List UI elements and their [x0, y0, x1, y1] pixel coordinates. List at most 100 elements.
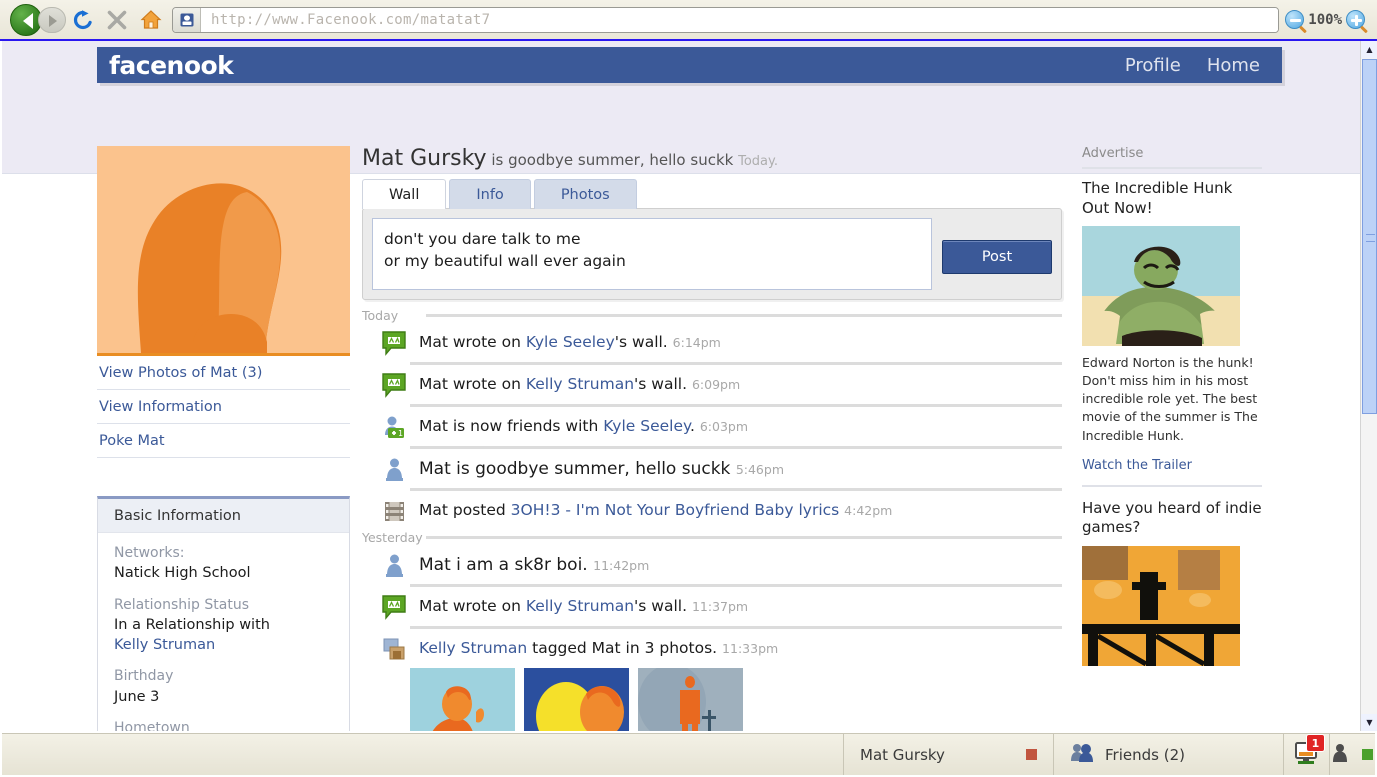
info-field-value: In a Relationship with [114, 616, 270, 633]
feed-post: 's wall. [614, 333, 668, 351]
partner-link[interactable]: Kelly Struman [114, 637, 215, 653]
composer-line-1: don't you dare talk to me [384, 230, 581, 248]
zoom-in-button[interactable] [1346, 10, 1368, 34]
feed-link[interactable]: Kelly Struman [526, 597, 634, 615]
url-text[interactable]: http://www.Facenook.com/matatat7 [201, 7, 1279, 32]
wall-post-icon [382, 595, 407, 620]
notification-badge: 1 [1306, 734, 1325, 752]
taskbar-notifications-button[interactable]: 1 [1283, 734, 1329, 775]
view-information-link[interactable]: View Information [97, 390, 350, 424]
info-field: Hometown Natick, MA [114, 718, 333, 731]
profile-tabs: Wall Info Photos [362, 179, 1062, 209]
film-strip-icon [382, 499, 407, 524]
wall-post-input[interactable]: don't you dare talk to me or my beautifu… [372, 218, 932, 290]
feed-item: Mat is goodbye summer, hello suckk 5:46p… [362, 449, 1062, 488]
profile-action-links: View Photos of Mat (3) View Information … [97, 353, 350, 458]
photo-thumbnail[interactable] [638, 668, 743, 731]
info-field-value: Natick High School [114, 565, 251, 582]
page-scrollbar[interactable]: ▲ ▼ [1360, 41, 1377, 731]
user-status-square-icon [1026, 749, 1037, 760]
feed-item-time: 6:03pm [699, 419, 749, 434]
person-icon [1332, 743, 1348, 767]
back-button[interactable] [8, 2, 66, 38]
info-field-label: Hometown [114, 720, 190, 731]
feed-item-time: 11:33pm [722, 641, 779, 656]
feed-link[interactable]: Kyle Seeley [603, 417, 690, 435]
feed-link[interactable]: Kelly Struman [419, 639, 527, 657]
photo-thumbnail[interactable] [410, 668, 515, 731]
profile-status-line: Mat Gursky is goodbye summer, hello suck… [362, 146, 1062, 179]
tab-photos[interactable]: Photos [533, 179, 637, 209]
scroll-down-button[interactable]: ▼ [1361, 714, 1377, 731]
profile-avatar[interactable] [97, 146, 350, 353]
tagged-photo-thumbnails [362, 662, 1062, 731]
ad-unit: Have you heard of indie games? [1082, 499, 1262, 686]
document-icon [180, 13, 193, 26]
tab-wall[interactable]: Wall [362, 179, 447, 209]
feed-item-time: 4:42pm [844, 503, 893, 518]
feed-pre: Mat wrote on [419, 375, 526, 393]
feed-day-divider: Today [362, 308, 1062, 323]
taskbar-user-chip[interactable]: Mat Gursky [843, 734, 1053, 775]
feed-day-divider: Yesterday [362, 530, 1062, 545]
scroll-up-button[interactable]: ▲ [1361, 41, 1377, 58]
advertise-header[interactable]: Advertise [1082, 146, 1262, 169]
feed-pre: Mat is goodbye summer, hello suckk [419, 459, 731, 479]
feed-post: 's wall. [634, 375, 688, 393]
feed-link[interactable]: Kelly Struman [526, 375, 634, 393]
wall-feed: Today Mat wrote on Kyle Seeley's wall. 6… [362, 308, 1062, 731]
status-timestamp: Today. [738, 154, 778, 169]
feed-item: Mat wrote on Kyle Seeley's wall. 6:14pm [362, 323, 1062, 362]
feed-item-time: 6:09pm [691, 377, 741, 392]
photo-tag-icon [382, 637, 407, 662]
nav-item-profile[interactable]: Profile [1125, 55, 1181, 76]
feed-item: Mat i am a sk8r boi. 11:42pm [362, 545, 1062, 584]
ad-title[interactable]: Have you heard of indie games? [1082, 499, 1262, 538]
feed-item-time: 6:14pm [672, 335, 721, 350]
feed-pre: Mat wrote on [419, 333, 526, 351]
feed-link[interactable]: 3OH!3 - I'm Not Your Boyfriend Baby lyri… [511, 501, 840, 519]
tab-info[interactable]: Info [449, 179, 531, 209]
info-field-value: June 3 [114, 688, 160, 705]
taskbar-user-name: Mat Gursky [860, 745, 945, 764]
page-content: facenook Profile Home View Photos of Mat… [2, 41, 1360, 731]
home-button[interactable] [134, 3, 168, 37]
taskbar-friends-chip[interactable]: Friends (2) [1053, 734, 1283, 775]
close-icon [107, 10, 127, 29]
feed-link[interactable]: Kyle Seeley [526, 333, 615, 351]
svg-text:1: 1 [398, 429, 403, 438]
ad-unit: The Incredible Hunk Out Now! Edward Nort… [1082, 179, 1262, 487]
indie-game-thumbnail[interactable] [1082, 545, 1240, 666]
browser-toolbar: http://www.Facenook.com/matatat7 100% [0, 0, 1377, 41]
site-logo[interactable]: facenook [97, 51, 234, 80]
feed-item-text: Mat i am a sk8r boi. 11:42pm [419, 552, 649, 578]
divider-rule [426, 536, 1062, 539]
feed-item-text: Kelly Struman tagged Mat in 3 photos. 11… [419, 636, 778, 660]
reload-button[interactable] [66, 3, 100, 37]
friend-add-icon: 1 [382, 415, 407, 440]
feed-post: tagged Mat in 3 photos. [527, 639, 718, 657]
feed-pre: Mat posted [419, 501, 511, 519]
photo-thumbnail[interactable] [524, 668, 629, 731]
page-title: Mat Gursky [362, 146, 487, 171]
taskbar-online-status-button[interactable] [1329, 734, 1375, 775]
stop-button[interactable] [100, 3, 134, 37]
scrollbar-thumb[interactable] [1362, 59, 1377, 414]
info-field-label: Relationship Status [114, 596, 250, 613]
ad-link[interactable]: Watch the Trailer [1082, 458, 1192, 473]
left-sidebar: View Photos of Mat (3) View Information … [97, 146, 350, 731]
nav-item-home[interactable]: Home [1207, 55, 1260, 76]
info-field: Networks: Natick High School [114, 543, 333, 584]
address-bar[interactable]: http://www.Facenook.com/matatat7 [172, 6, 1280, 33]
page-viewport: facenook Profile Home View Photos of Mat… [2, 41, 1360, 731]
ad-title[interactable]: The Incredible Hunk Out Now! [1082, 179, 1262, 218]
feed-day-label: Yesterday [362, 530, 423, 545]
post-button[interactable]: Post [942, 240, 1052, 274]
feed-post: . [689, 417, 695, 435]
poke-link[interactable]: Poke Mat [97, 424, 350, 458]
view-photos-link[interactable]: View Photos of Mat (3) [97, 356, 350, 390]
wall-post-icon [382, 373, 407, 398]
zoom-out-button[interactable] [1285, 10, 1308, 34]
status-person-icon [382, 457, 407, 482]
hulk-thumbnail[interactable] [1082, 226, 1240, 346]
